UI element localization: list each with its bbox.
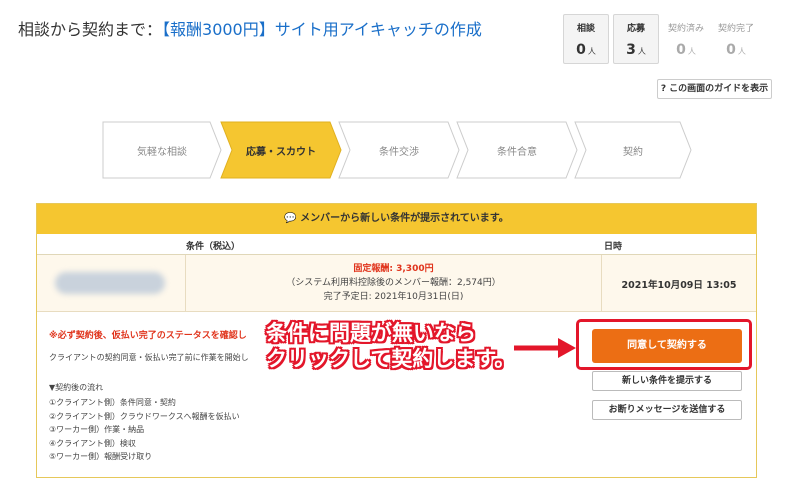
stat-consult: 相談 0人 [563, 14, 609, 64]
title-prefix: 相談から契約まで： [18, 20, 163, 39]
annotation-callout: 条件に問題が無いなら クリックして契約します。 [266, 320, 515, 372]
col-date: 日時 [604, 242, 623, 252]
step-label: 応募・スカウト [246, 146, 316, 158]
stat-value: 3人 [626, 42, 646, 58]
annotation-line: クリックして契約します。 [266, 347, 516, 371]
offer-date: 2021年10月09日 13:05 [621, 280, 737, 291]
step-label: 契約 [623, 146, 643, 158]
list-item: ⑤ワーカー側）報酬受け取り [49, 452, 153, 461]
job-title-link[interactable]: 【報酬3000円】サイト用アイキャッチの作成 [162, 20, 482, 39]
panel-heading: 💬 メンバーから新しい条件が提示されています。 [37, 204, 756, 234]
arrow-icon [514, 338, 576, 358]
table-row: 固定報酬: 3,300円 （システム利用料控除後のメンバー報酬：2,574円） … [37, 255, 756, 312]
condition-cell: 固定報酬: 3,300円 （システム利用料控除後のメンバー報酬：2,574円） … [186, 262, 601, 304]
stat-label: 契約済み [667, 24, 704, 34]
stat-contracted: 契約済み 0人 [663, 14, 709, 64]
note-text: クライアントの契約同意・仮払い完了前に作業を開始し [49, 353, 249, 362]
step-label: 条件合意 [497, 146, 537, 158]
warning-text: ※必ず契約後、仮払い完了のステータスを確認し [49, 331, 247, 341]
fee-note: （システム利用料控除後のメンバー報酬：2,574円） [286, 278, 501, 288]
col-condition: 条件（税込） [186, 242, 241, 252]
stat-label: 契約完了 [717, 24, 754, 34]
member-avatar-blurred [55, 272, 165, 294]
list-item: ④クライアント側）検収 [49, 438, 136, 448]
stats-bar: 相談 0人 応募 3人 契約済み 0人 契約完了 0人 [563, 14, 759, 64]
step-label: 気軽な相談 [137, 146, 187, 158]
step-label: 条件交渉 [379, 146, 419, 158]
flow-title: ▼契約後の流れ [49, 383, 104, 392]
step-apply-scout: 応募・スカウト [220, 121, 342, 179]
progress-steps: 気軽な相談 応募・スカウト 条件交渉 条件合意 契約 [102, 121, 692, 179]
stat-value: 0人 [726, 42, 746, 58]
due-date: 完了予定日: 2021年10月31日(日) [323, 292, 464, 302]
stat-value: 0人 [676, 42, 696, 58]
table-header: 条件（税込） 日時 [37, 235, 756, 255]
flow-list: ①クライアント側）条件同意・契約 ②クライアント側）クラウドワークスへ報酬を仮払… [49, 396, 240, 464]
guide-button[interactable]: ? この画面のガイドを表示 [657, 79, 772, 99]
highlight-box [576, 319, 752, 370]
list-item: ③ワーカー側）作業・納品 [49, 425, 145, 434]
stat-completed: 契約完了 0人 [713, 14, 759, 64]
stat-applications: 応募 3人 [613, 14, 659, 64]
list-item: ①クライアント側）条件同意・契約 [49, 398, 176, 407]
step-contract: 契約 [574, 121, 692, 179]
propose-new-terms-button[interactable]: 新しい条件を提示する [592, 371, 742, 391]
step-consult: 気軽な相談 [102, 121, 222, 179]
stat-label: 応募 [626, 24, 645, 34]
panel-heading-text: メンバーから新しい条件が提示されています。 [300, 213, 509, 224]
list-item: ②クライアント側）クラウドワークスへ報酬を仮払い [49, 411, 240, 421]
price: 固定報酬: 3,300円 [353, 264, 434, 274]
stat-label: 相談 [576, 24, 595, 34]
annotation-line: 条件に問題が無いなら [266, 321, 476, 345]
chat-icon: 💬 [284, 213, 297, 224]
send-decline-message-button[interactable]: お断りメッセージを送信する [592, 400, 742, 420]
step-negotiation: 条件交渉 [338, 121, 460, 179]
page-title: 相談から契約まで：【報酬3000円】サイト用アイキャッチの作成 [18, 16, 482, 40]
stat-value: 0人 [576, 42, 596, 58]
step-agreement: 条件合意 [456, 121, 578, 179]
